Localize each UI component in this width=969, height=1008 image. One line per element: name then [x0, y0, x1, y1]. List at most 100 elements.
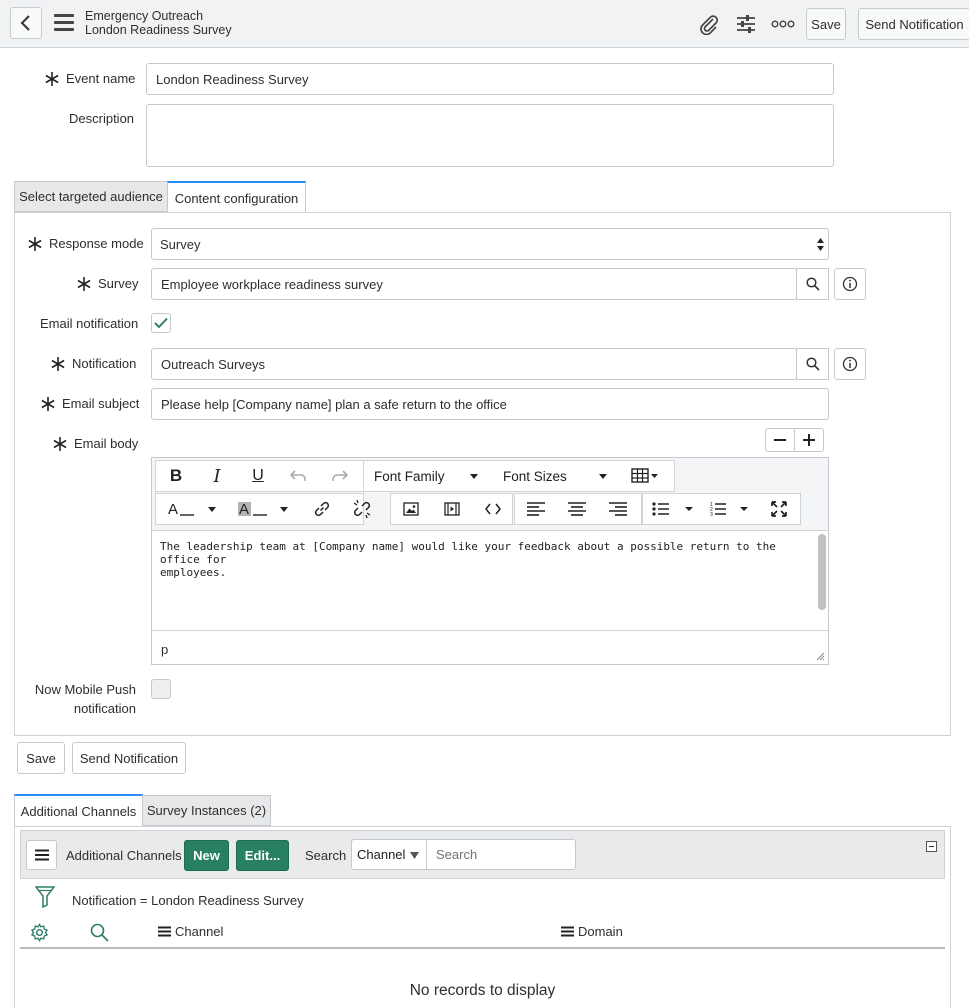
tab-additional-channels[interactable]: Additional Channels [14, 794, 143, 826]
align-toolbar-group [514, 493, 642, 525]
gear-icon[interactable] [30, 923, 49, 942]
survey-lookup-button[interactable] [796, 268, 829, 300]
survey-reference-field[interactable]: Employee workplace readiness survey [151, 268, 797, 300]
table-icon[interactable] [626, 461, 664, 491]
editor-scrollbar[interactable] [818, 534, 826, 610]
required-asterisk-icon [53, 437, 67, 451]
column-header-domain[interactable]: Domain [578, 924, 623, 939]
bold-icon[interactable]: B [160, 461, 192, 491]
font-sizes-label: Font Sizes [503, 468, 567, 484]
underline-icon[interactable]: U [242, 461, 274, 491]
filter-icon[interactable] [35, 886, 55, 908]
insert-toolbar-group [390, 493, 513, 525]
search-field-select[interactable]: Channel [351, 839, 427, 870]
send-notification-button[interactable]: Send Notification [858, 8, 969, 40]
text-color-icon[interactable]: A [164, 494, 220, 524]
chevron-down-icon [410, 852, 419, 859]
tab-select-targeted-audience[interactable]: Select targeted audience [14, 181, 168, 212]
column-menu-icon[interactable] [561, 926, 574, 937]
notification-lookup-button[interactable] [796, 348, 829, 380]
select-arrows-icon [817, 238, 824, 251]
editor-shrink-button[interactable] [765, 428, 795, 452]
email-subject-field[interactable]: Please help [Company name] plan a safe r… [151, 388, 829, 420]
notification-label: Notification [72, 356, 137, 371]
italic-icon[interactable]: I [201, 461, 233, 491]
svg-text:A: A [239, 501, 249, 517]
search-icon [805, 277, 820, 291]
source-code-icon[interactable] [475, 494, 511, 524]
background-color-icon[interactable]: A [236, 494, 296, 524]
edit-button[interactable]: Edit... [236, 840, 289, 871]
collapse-icon[interactable] [926, 841, 937, 852]
response-mode-value: Survey [160, 236, 201, 252]
editor-status-bar: p [152, 630, 828, 664]
resize-handle-icon[interactable] [816, 652, 825, 661]
font-sizes-dropdown[interactable]: Font Sizes [503, 461, 613, 491]
column-menu-icon[interactable] [158, 926, 171, 937]
unlink-icon[interactable] [346, 494, 378, 524]
align-right-icon[interactable] [599, 494, 637, 524]
list-toolbar-group: 123 [642, 493, 801, 525]
column-header-channel[interactable]: Channel [175, 924, 223, 939]
filter-breadcrumb[interactable]: Notification = London Readiness Survey [72, 893, 304, 908]
event-name-field[interactable]: London Readiness Survey [146, 63, 834, 95]
bullet-list-icon[interactable] [649, 494, 699, 524]
color-toolbar-group: A A [155, 493, 371, 525]
search-icon [805, 357, 820, 371]
list-title: Additional Channels [66, 848, 182, 863]
form-menu-icon[interactable] [54, 14, 74, 32]
settings-sliders-icon[interactable] [734, 12, 758, 36]
link-icon[interactable] [306, 494, 338, 524]
required-asterisk-icon [28, 237, 42, 251]
media-icon[interactable] [434, 494, 470, 524]
editor-grow-button[interactable] [794, 428, 824, 452]
align-left-icon[interactable] [517, 494, 555, 524]
chevron-down-icon [470, 474, 478, 479]
checkmark-icon [154, 317, 168, 329]
description-field[interactable] [146, 104, 834, 167]
notification-preview-button[interactable] [834, 348, 866, 380]
info-icon [842, 356, 858, 372]
save-button-bottom[interactable]: Save [17, 742, 65, 774]
fullscreen-icon[interactable] [761, 494, 797, 524]
mobile-push-checkbox[interactable] [151, 679, 171, 699]
email-notification-checkbox[interactable] [151, 313, 171, 333]
chevron-down-icon [599, 474, 607, 479]
new-button[interactable]: New [184, 840, 229, 871]
empty-list-message: No records to display [409, 982, 556, 999]
search-input[interactable] [426, 839, 576, 870]
email-body-label: Email body [74, 436, 139, 451]
required-asterisk-icon [51, 357, 65, 371]
tab-content-configuration[interactable]: Content configuration [167, 181, 306, 213]
mobile-push-label-line: Now Mobile Push [34, 682, 136, 697]
send-notification-button-bottom[interactable]: Send Notification [72, 742, 186, 774]
undo-icon[interactable] [282, 461, 314, 491]
required-asterisk-icon [45, 72, 59, 86]
svg-text:3: 3 [710, 512, 713, 517]
search-label: Search [305, 848, 347, 863]
editor-content-area[interactable]: The leadership team at [Company name] wo… [152, 530, 828, 630]
font-toolbar-group: Font Family Font Sizes [363, 460, 675, 492]
image-icon[interactable] [393, 494, 429, 524]
paperclip-icon[interactable] [697, 12, 721, 36]
form-header: Emergency Outreach London Readiness Surv… [0, 0, 969, 48]
tab-survey-instances[interactable]: Survey Instances (2) [142, 795, 271, 826]
editor-body-line: employees. [160, 566, 227, 579]
redo-icon[interactable] [324, 461, 356, 491]
related-list-header: Additional Channels New Edit... Search C… [20, 830, 945, 879]
back-button[interactable] [10, 7, 42, 39]
align-center-icon[interactable] [558, 494, 596, 524]
list-menu-button[interactable] [26, 840, 57, 870]
description-label: Description [69, 111, 135, 126]
numbered-list-icon[interactable]: 123 [707, 494, 757, 524]
save-button[interactable]: Save [806, 8, 846, 40]
notification-reference-field[interactable]: Outreach Surveys [151, 348, 797, 380]
response-mode-select[interactable]: Survey [151, 228, 829, 260]
rich-text-editor: B I U Font Family Font Sizes A A 1 2 3 T… [151, 457, 829, 665]
breadcrumb-parent: Emergency Outreach [85, 9, 204, 23]
survey-preview-button[interactable] [834, 268, 866, 300]
font-family-dropdown[interactable]: Font Family [374, 461, 489, 491]
search-icon[interactable] [90, 923, 109, 942]
header-divider [20, 947, 945, 949]
more-options-icon[interactable] [771, 12, 795, 36]
